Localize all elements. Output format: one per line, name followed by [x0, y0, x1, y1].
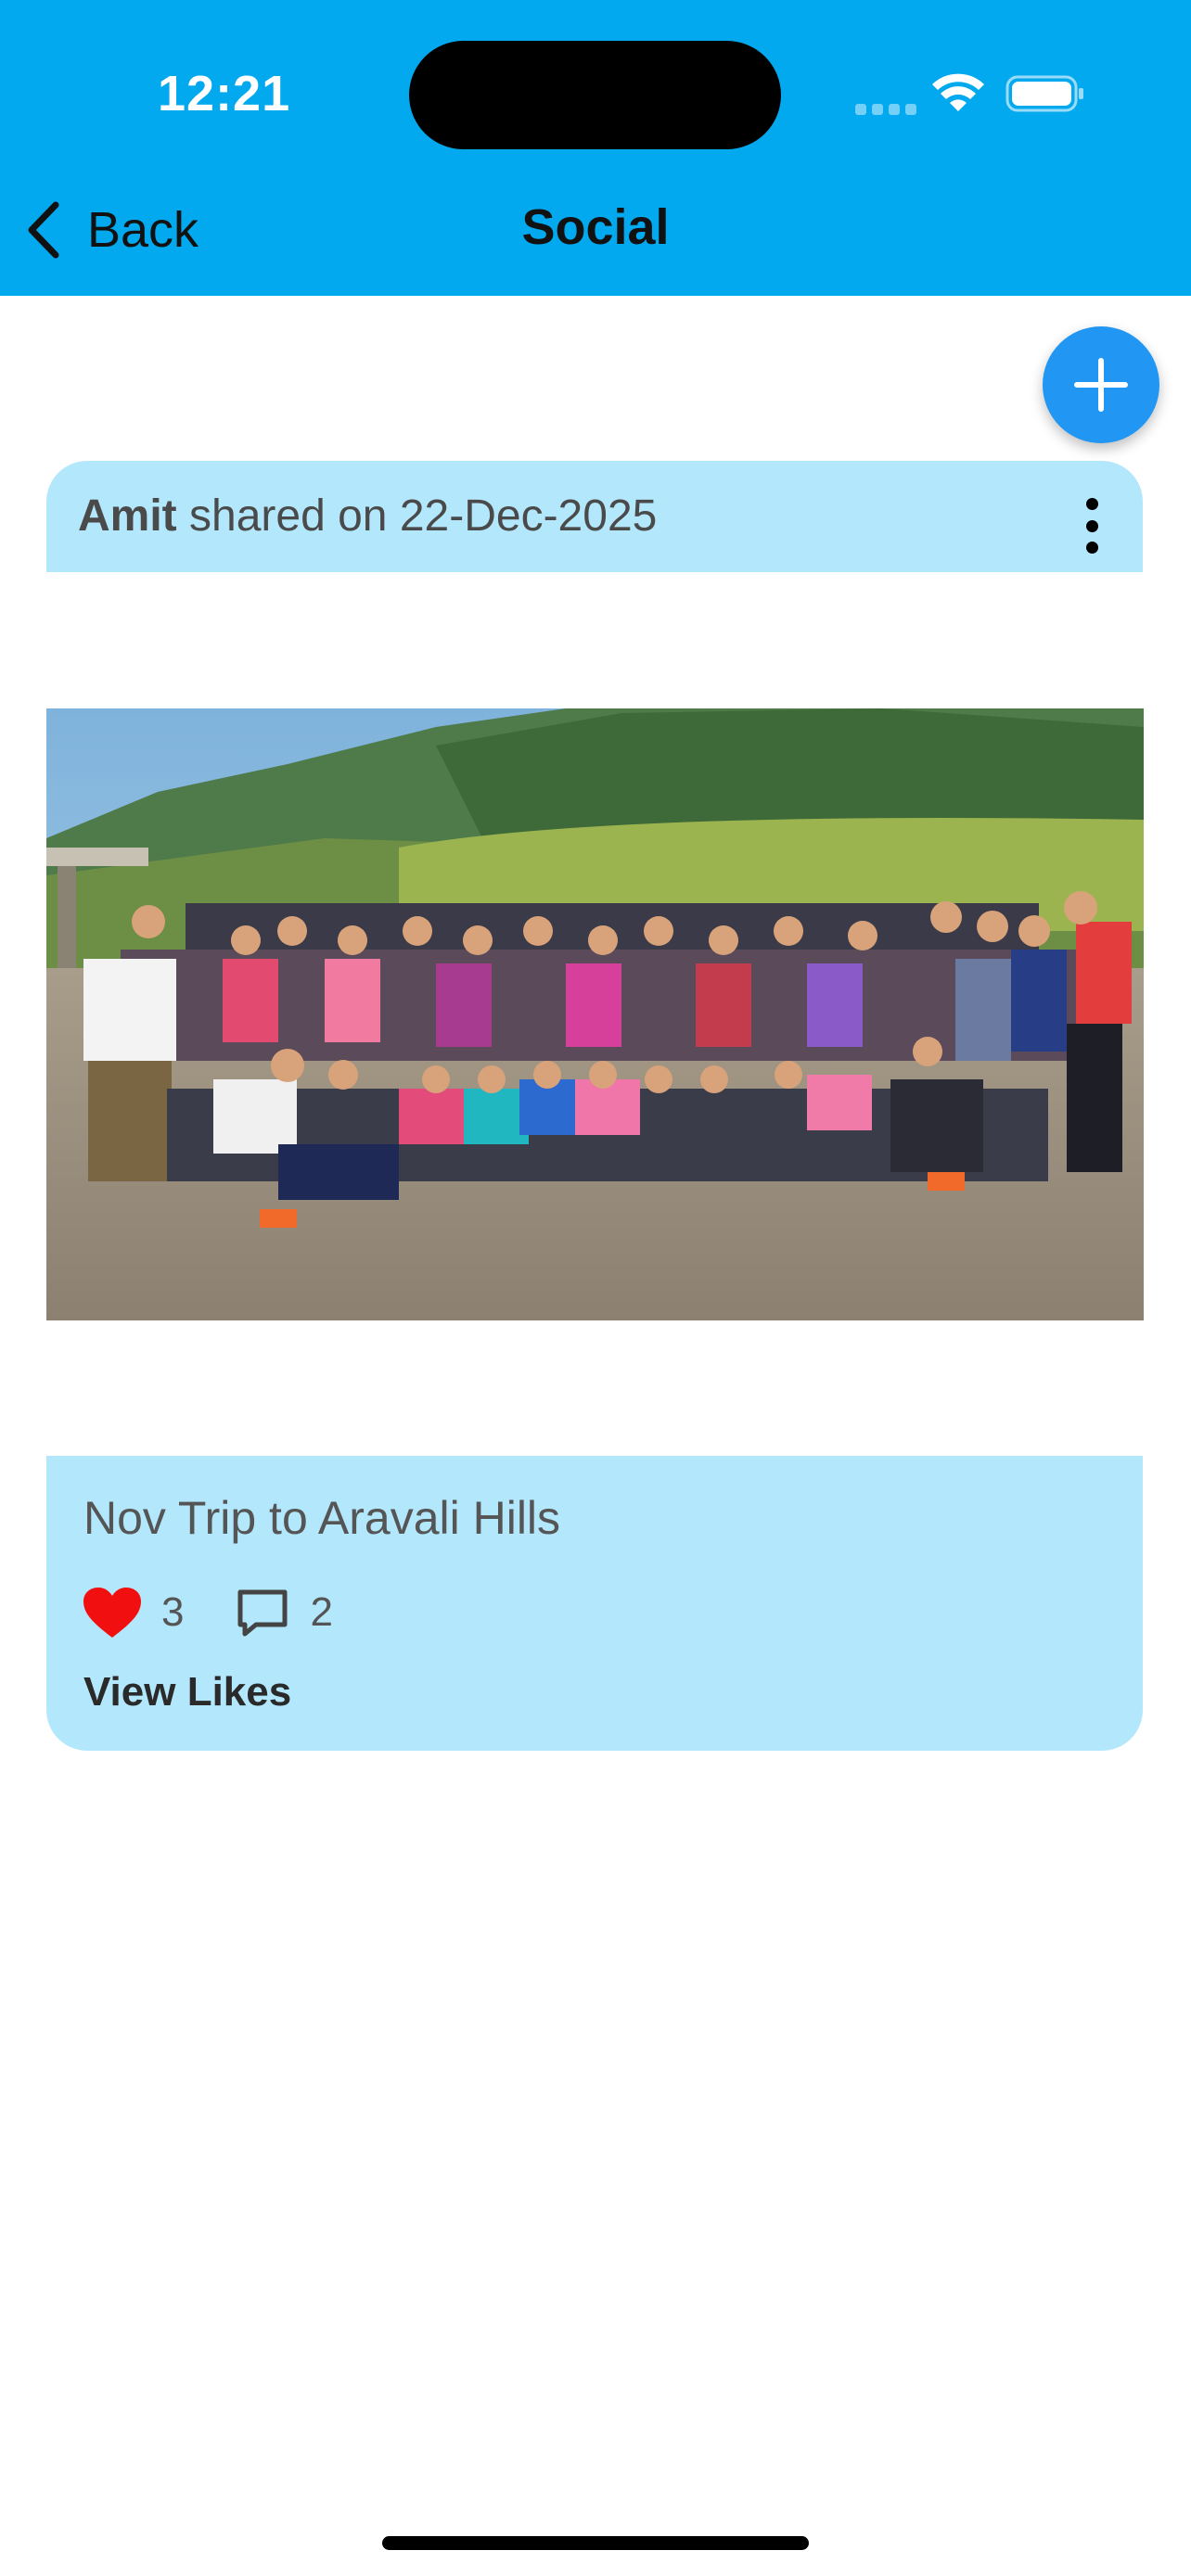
- cellular-signal-icon: [855, 104, 916, 115]
- post-meta: Amit shared on 22-Dec-2025: [78, 491, 657, 542]
- post-shared-date: shared on 22-Dec-2025: [176, 491, 658, 541]
- wifi-icon: [932, 73, 984, 111]
- status-time: 12:21: [158, 66, 291, 121]
- app-header: 12:21 Back Social: [0, 0, 1191, 296]
- reactions-row: 3 2: [82, 1586, 333, 1639]
- plus-icon: [1074, 358, 1128, 412]
- home-indicator[interactable]: [382, 2536, 809, 2550]
- post-caption: Nov Trip to Aravali Hills: [83, 1492, 561, 1544]
- more-options-icon[interactable]: [1078, 498, 1106, 554]
- add-post-button[interactable]: [1043, 326, 1159, 443]
- page-title: Social: [521, 199, 670, 255]
- post-footer: Nov Trip to Aravali Hills 3 2 View Likes: [46, 1456, 1143, 1751]
- comment-icon[interactable]: [236, 1588, 289, 1638]
- heart-icon[interactable]: [82, 1586, 143, 1639]
- post-image[interactable]: [46, 708, 1144, 1320]
- post-header: Amit shared on 22-Dec-2025: [46, 461, 1143, 572]
- dynamic-island: [409, 41, 781, 149]
- post-author[interactable]: Amit: [78, 491, 177, 541]
- view-likes-link[interactable]: View Likes: [83, 1669, 291, 1715]
- group-photo: [46, 708, 1144, 1320]
- comment-count: 2: [310, 1589, 333, 1635]
- battery-icon: [1005, 75, 1083, 112]
- like-count: 3: [161, 1589, 185, 1635]
